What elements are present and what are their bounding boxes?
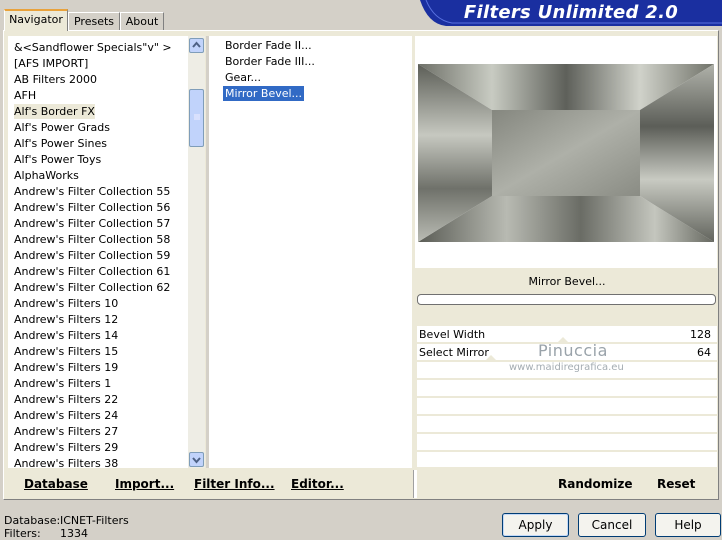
- reset-button[interactable]: Reset: [657, 472, 695, 496]
- category-item[interactable]: &<Sandflower Specials"v" >: [14, 40, 172, 55]
- category-item[interactable]: Andrew's Filters 15: [14, 344, 118, 359]
- preview-filter-name: Mirror Bevel...: [528, 275, 606, 288]
- watermark-url: www.maidiregrafica.eu: [509, 362, 624, 373]
- category-item[interactable]: Andrew's Filter Collection 59: [14, 248, 170, 263]
- filter-list[interactable]: Border Fade II... Border Fade III... Gear.…: [206, 36, 412, 468]
- filter-info-button[interactable]: Filter Info...: [194, 472, 275, 496]
- category-item[interactable]: Andrew's Filters 38: [14, 456, 118, 468]
- editor-button[interactable]: Editor...: [291, 472, 344, 496]
- category-item[interactable]: Alf's Power Toys: [14, 152, 101, 167]
- filter-item[interactable]: Gear...: [223, 70, 263, 85]
- watermark-name: Pinuccia: [538, 341, 608, 360]
- category-item[interactable]: Andrew's Filter Collection 62: [14, 280, 170, 295]
- tab-navigator[interactable]: Navigator: [4, 9, 68, 31]
- category-scrollbar[interactable]: [188, 36, 205, 468]
- category-list[interactable]: &<Sandflower Specials"v" > [AFS IMPORT] AB…: [8, 36, 188, 468]
- param-empty-row: [417, 380, 717, 397]
- tab-about[interactable]: About: [120, 12, 164, 30]
- category-item[interactable]: Andrew's Filters 29: [14, 440, 118, 455]
- category-item[interactable]: Andrew's Filters 24: [14, 408, 118, 423]
- param-label: Select Mirror: [419, 346, 489, 359]
- scroll-up-button[interactable]: [189, 38, 204, 53]
- category-item[interactable]: Andrew's Filters 22: [14, 392, 118, 407]
- status-filters-label: Filters:: [4, 527, 41, 540]
- preview-panel: [415, 36, 717, 268]
- category-item[interactable]: Alf's Power Sines: [14, 136, 107, 151]
- randomize-button[interactable]: Randomize: [558, 472, 632, 496]
- param-empty-row: [417, 416, 717, 433]
- help-button[interactable]: Help: [655, 513, 721, 537]
- scroll-down-button[interactable]: [189, 452, 204, 467]
- status-filters-value: 1334: [60, 527, 88, 540]
- category-item[interactable]: Andrew's Filters 14: [14, 328, 118, 343]
- filter-item[interactable]: Border Fade II...: [223, 38, 314, 53]
- category-item[interactable]: AlphaWorks: [14, 168, 79, 183]
- param-empty-row: [417, 434, 717, 451]
- category-item[interactable]: Andrew's Filters 10: [14, 296, 118, 311]
- category-item[interactable]: Andrew's Filters 27: [14, 424, 118, 439]
- apply-button[interactable]: Apply: [502, 513, 569, 537]
- category-item[interactable]: Andrew's Filter Collection 57: [14, 216, 170, 231]
- category-item[interactable]: Alf's Border FX: [14, 104, 95, 119]
- category-item[interactable]: Alf's Power Grads: [14, 120, 110, 135]
- progress-bar: [417, 294, 716, 305]
- category-item[interactable]: AB Filters 2000: [14, 72, 97, 87]
- import-button[interactable]: Import...: [115, 472, 174, 496]
- param-empty-row: [417, 452, 717, 468]
- param-empty-row: [417, 398, 717, 415]
- category-item[interactable]: Andrew's Filters 19: [14, 360, 118, 375]
- category-item[interactable]: Andrew's Filter Collection 56: [14, 200, 170, 215]
- category-item[interactable]: Andrew's Filters 12: [14, 312, 118, 327]
- filter-item[interactable]: Border Fade III...: [223, 54, 317, 69]
- param-value: 128: [690, 328, 711, 341]
- database-button[interactable]: Database: [24, 472, 88, 496]
- app-title: Filters Unlimited 2.0: [463, 2, 679, 23]
- param-label: Bevel Width: [419, 328, 486, 341]
- cancel-button[interactable]: Cancel: [578, 513, 646, 537]
- category-item[interactable]: Andrew's Filter Collection 55: [14, 184, 170, 199]
- param-value: 64: [697, 346, 711, 359]
- app-banner: Filters Unlimited 2.0: [420, 0, 722, 26]
- category-item[interactable]: [AFS IMPORT]: [14, 56, 88, 71]
- scroll-thumb[interactable]: [189, 89, 204, 147]
- preview-image: [418, 64, 714, 242]
- tab-presets[interactable]: Presets: [68, 12, 120, 30]
- category-item[interactable]: Andrew's Filter Collection 61: [14, 264, 170, 279]
- divider: [413, 470, 417, 498]
- category-item[interactable]: Andrew's Filters 1: [14, 376, 111, 391]
- filter-item[interactable]: Mirror Bevel...: [223, 86, 305, 101]
- status-database-label: Database:: [4, 514, 61, 527]
- status-database-value: ICNET-Filters: [60, 514, 129, 527]
- category-item[interactable]: AFH: [14, 88, 36, 103]
- category-item[interactable]: Andrew's Filter Collection 58: [14, 232, 170, 247]
